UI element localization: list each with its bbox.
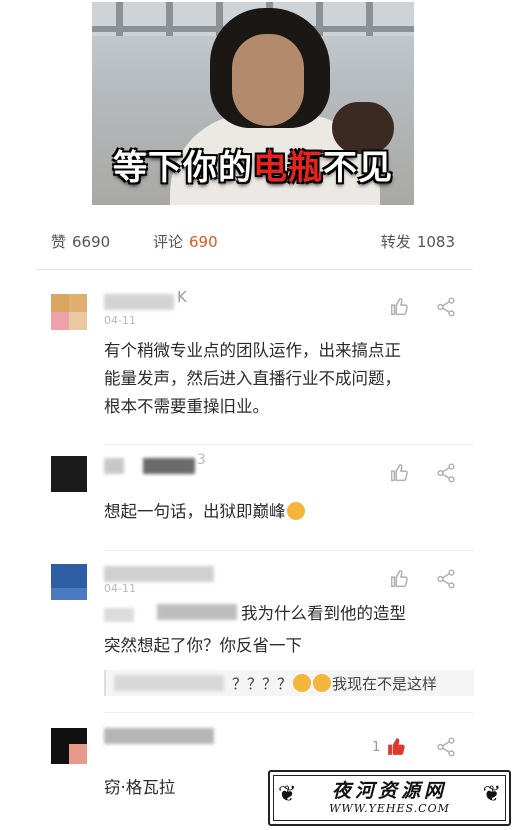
person-face: [232, 34, 304, 126]
username-tail: K: [177, 288, 187, 306]
thumbs-up-icon[interactable]: [388, 568, 410, 590]
share-icon[interactable]: [435, 736, 457, 758]
quote-text: ？？？？ 我现在不是这样: [232, 673, 437, 694]
quote-text-marks: ？？？？: [232, 675, 293, 693]
username[interactable]: [104, 566, 214, 582]
quote-text-tail: 我现在不是这样: [332, 675, 438, 693]
share-icon[interactable]: [435, 296, 457, 318]
comment-date: 04-11: [104, 582, 136, 595]
comment-item: 04-11 我为什么看到他的造型 突然想起了你？你反省一下 ？？？？ 我现在不是这…: [35, 556, 474, 713]
watermark-title: 夜河资源网: [331, 780, 447, 802]
caption-highlight: 电瓶: [253, 148, 323, 188]
thumbs-up-icon[interactable]: [388, 296, 410, 318]
thumbs-up-icon[interactable]: [385, 736, 407, 758]
comment-date: 04-11: [104, 314, 136, 327]
username[interactable]: [104, 458, 124, 474]
username-tail: 3: [197, 452, 206, 468]
comment-line: 能量发声，然后进入直播行业不成问题，: [104, 369, 401, 388]
comment-text: 想起一句话，出狱即巅峰: [104, 498, 306, 526]
likes-count: 1: [372, 740, 381, 755]
divider: [104, 444, 473, 445]
like-tab[interactable]: 赞 6690: [51, 231, 110, 252]
avatar[interactable]: [51, 294, 87, 330]
avatar[interactable]: [51, 564, 87, 600]
stats-bar: 赞 6690 评论 690 转发 1083: [35, 214, 473, 270]
repost-count: 1083: [416, 233, 455, 251]
comment-text: 有个稍微专业点的团队运作，出来搞点正 能量发声，然后进入直播行业不成问题， 根本…: [104, 337, 401, 421]
caption-part: 等下你的: [113, 148, 253, 188]
comment-line: 想起一句话，出狱即巅峰: [104, 502, 286, 521]
meme-image[interactable]: 等下你的电瓶不见: [92, 2, 414, 205]
comment-item: K 04-11 有个稍微专业点的团队运作，出来搞点正 能量发声，然后进入直播行业…: [35, 282, 473, 445]
smirk-emoji-icon: [286, 502, 305, 520]
meme-caption: 等下你的电瓶不见: [92, 140, 414, 189]
reply-line: 我为什么看到他的造型: [241, 604, 406, 623]
caption-part: 不见: [323, 148, 393, 188]
mention-blur[interactable]: [157, 604, 237, 620]
quoted-user-blur: [114, 675, 224, 691]
avatar[interactable]: [51, 456, 87, 492]
comment-label: 评论: [153, 233, 184, 251]
watermark-logo: ❦ ❦ 夜河资源网 WWW.YEHES.COM: [268, 770, 511, 826]
quote-bar: [104, 670, 106, 696]
comment-line: 根本不需要重操旧业。: [104, 397, 269, 416]
share-icon[interactable]: [435, 568, 457, 590]
laughing-emoji-icon: [293, 674, 312, 692]
thumbs-up-icon[interactable]: [388, 462, 410, 484]
repost-tab[interactable]: 转发 1083: [381, 231, 455, 252]
comment-count: 690: [189, 233, 218, 251]
username[interactable]: [143, 458, 195, 474]
mention-blur[interactable]: [104, 608, 134, 622]
watermark-url: WWW.YEHES.COM: [329, 802, 450, 815]
reply-line: 突然想起了你？你反省一下: [104, 636, 302, 655]
comment-text: 窃·格瓦拉: [104, 778, 176, 797]
like-label: 赞: [51, 233, 67, 251]
quoted-reply[interactable]: ？？？？ 我现在不是这样: [104, 670, 474, 696]
comment-item: 3 想起一句话，出狱即巅峰: [35, 448, 473, 551]
divider: [104, 712, 473, 713]
comment-line: 有个稍微专业点的团队运作，出来搞点正: [104, 341, 401, 360]
comment-tab[interactable]: 评论 690: [153, 231, 218, 252]
repost-label: 转发: [380, 233, 411, 251]
username[interactable]: [104, 728, 214, 744]
username[interactable]: [104, 294, 174, 310]
avatar[interactable]: [51, 728, 87, 764]
laughing-emoji-icon: [313, 674, 332, 692]
share-icon[interactable]: [435, 462, 457, 484]
divider: [104, 550, 473, 551]
like-count: 6690: [72, 233, 111, 251]
